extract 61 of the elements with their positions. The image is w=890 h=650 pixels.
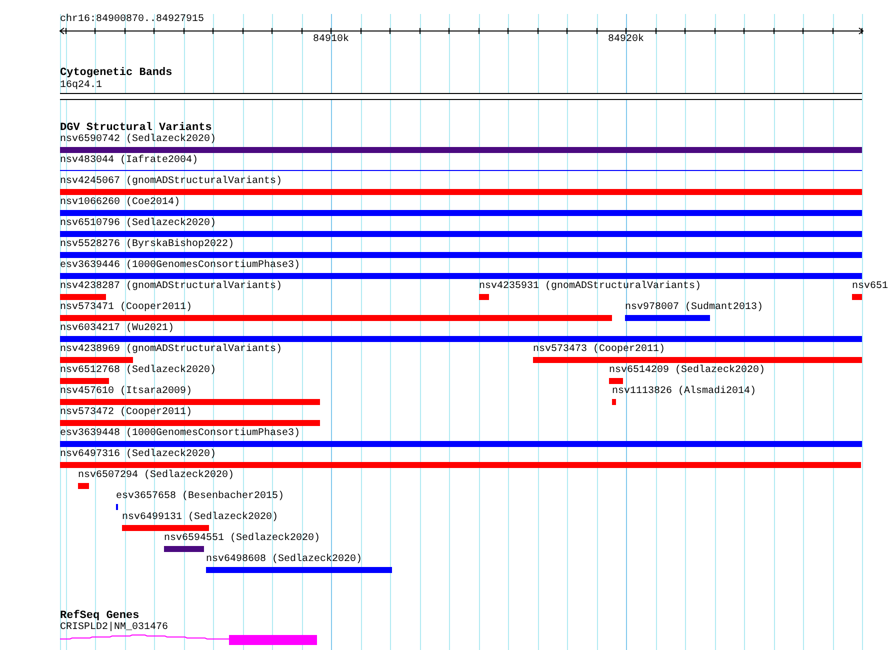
variant-label: nsv573471 (Cooper2011) [60, 302, 192, 314]
track-title: Cytogenetic Bands [60, 67, 172, 79]
band-label: 16q24.1 [60, 80, 102, 92]
variant-label: nsv573473 (Cooper2011) [533, 344, 666, 356]
variant-label: nsv6497316 (Sedlazeck2020) [60, 449, 216, 461]
variant-label: nsv6498608 (Sedlazeck2020) [206, 554, 362, 566]
variant-label: esv3657658 (Besenbacher2015) [116, 491, 284, 503]
variant-bar[interactable] [60, 420, 320, 426]
variant-bar[interactable] [60, 147, 862, 153]
variant-label: nsv1113826 (Alsmadi2014) [612, 386, 756, 398]
variant-label: nsv978007 (Sudmant2013) [625, 302, 764, 314]
variant-bar[interactable] [60, 252, 862, 258]
variant-label: esv3639446 (1000GenomesConsortiumPhase3) [60, 260, 300, 272]
variant-label: nsv6499131 (Sedlazeck2020) [122, 512, 278, 524]
variant-bar[interactable] [60, 378, 109, 384]
genomic-range: chr16:84900870..84927915 [60, 14, 204, 26]
variant-label: nsv4238287 (gnomADStructuralVariants) [60, 281, 282, 293]
variant-label: nsv6034217 (Wu2021) [60, 323, 174, 335]
variant-label: nsv4238969 (gnomADStructuralVariants) [60, 344, 282, 356]
variant-label: nsv483044 (Iafrate2004) [60, 155, 198, 167]
variant-label: nsv651 [852, 281, 888, 293]
variant-bar[interactable] [60, 357, 133, 363]
variant-bar[interactable] [60, 273, 862, 279]
variant-bar[interactable] [78, 483, 89, 489]
variant-label: nsv6594551 (Sedlazeck2020) [164, 533, 320, 545]
variant-bar[interactable] [60, 294, 106, 300]
ruler-tick-label: 84910k [313, 34, 350, 46]
variant-bar[interactable] [852, 294, 862, 300]
variant-bar[interactable] [479, 294, 489, 300]
variant-label: nsv6507294 (Sedlazeck2020) [78, 470, 234, 482]
variant-bar[interactable] [533, 357, 862, 363]
variant-bar[interactable] [60, 441, 862, 447]
variant-bar[interactable] [164, 546, 204, 552]
track-title: DGV Structural Variants [60, 122, 212, 134]
variant-label: nsv6512768 (Sedlazeck2020) [60, 365, 216, 377]
variant-label: nsv5528276 (ByrskaBishop2022) [60, 239, 234, 251]
variant-label: nsv573472 (Cooper2011) [60, 407, 192, 419]
variant-bar[interactable] [122, 525, 209, 531]
variant-bar[interactable] [609, 378, 623, 384]
variant-bar[interactable] [60, 210, 862, 216]
variant-bar[interactable] [60, 336, 862, 342]
variant-bar[interactable] [206, 567, 392, 573]
gene-label: CRISPLD2|NM_031476 [60, 622, 168, 634]
variant-label: nsv6590742 (Sedlazeck2020) [60, 134, 216, 146]
variant-bar[interactable] [60, 399, 320, 405]
track-title: RefSeq Genes [60, 610, 140, 622]
variant-bar[interactable] [60, 231, 862, 237]
variant-label: nsv6514209 (Sedlazeck2020) [609, 365, 766, 377]
gene-drawing[interactable] [60, 635, 318, 645]
variant-label: esv3639448 (1000GenomesConsortiumPhase3) [60, 428, 300, 440]
variant-label: nsv457610 (Itsara2009) [60, 386, 192, 398]
variant-bar[interactable] [625, 315, 710, 321]
variant-bar[interactable] [60, 189, 862, 195]
variant-label: nsv6510796 (Sedlazeck2020) [60, 218, 216, 230]
variant-label: nsv4235931 (gnomADStructuralVariants) [479, 281, 702, 293]
variant-bar[interactable] [60, 315, 612, 321]
ruler-tick-label: 84920k [608, 34, 644, 46]
variant-label: nsv4245067 (gnomADStructuralVariants) [60, 176, 282, 188]
variant-bar[interactable] [612, 399, 616, 405]
variant-label: nsv1066260 (Coe2014) [60, 197, 180, 209]
variant-bar[interactable] [60, 462, 861, 468]
